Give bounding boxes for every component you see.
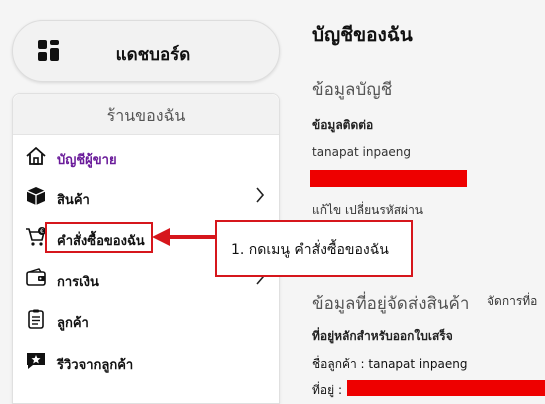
chevron-right-icon <box>256 187 265 203</box>
annotation-callout-text: 1. กดเมนู คำสั่งซื้อของฉัน <box>231 242 389 258</box>
sidebar-item-label: สินค้า <box>57 193 90 208</box>
account-section-heading: ข้อมูลบัญชี <box>312 80 393 100</box>
address-label: ที่อยู่ : <box>312 383 343 397</box>
dashboard-label: แดชบอร์ด <box>115 45 191 65</box>
sidebar-item-label: ลูกค้า <box>57 316 89 331</box>
billing-address-heading: ที่อยู่หลักสำหรับออกใบเสร็จ <box>312 329 453 343</box>
clipboard-icon <box>28 309 44 329</box>
contact-heading: ข้อมูลติดต่อ <box>312 118 374 132</box>
manage-address-link[interactable]: จัดการที่อ <box>487 292 537 311</box>
sidebar-item-seller-account[interactable]: บัญชีผู้ขาย <box>13 139 279 175</box>
svg-text:€: € <box>40 228 44 235</box>
redacted-address <box>347 380 545 396</box>
shop-sidebar-title: ร้านของฉัน <box>106 106 186 125</box>
sidebar-item-products[interactable]: สินค้า <box>13 179 279 215</box>
sidebar-item-label: การเงิน <box>57 275 99 290</box>
sidebar-item-label: บัญชีผู้ขาย <box>57 153 117 168</box>
annotation-callout: 1. กดเมนู คำสั่งซื้อของฉัน <box>215 220 413 277</box>
review-star-icon <box>27 353 45 369</box>
cart-icon: € <box>26 227 46 246</box>
home-icon <box>26 147 46 165</box>
shipping-section-heading: ข้อมูลที่อยู่จัดส่งสินค้า <box>312 294 470 314</box>
shop-sidebar-header: ร้านของฉัน <box>13 94 279 135</box>
edit-password-link[interactable]: แก้ไข เปลี่ยนรหัสผ่าน <box>312 201 423 220</box>
dashboard-button[interactable]: แดชบอร์ด <box>12 20 280 82</box>
contact-name: tanapat inpaeng <box>312 145 412 159</box>
sidebar-item-customer-reviews[interactable]: รีวิวจากลูกค้า <box>13 344 279 380</box>
box-icon <box>26 187 46 205</box>
wallet-icon <box>26 268 46 286</box>
page-title: บัญชีของฉัน <box>312 24 413 46</box>
annotation-highlight-box <box>45 222 153 253</box>
annotation-arrow <box>152 228 216 246</box>
sidebar-item-label: รีวิวจากลูกค้า <box>57 358 134 373</box>
sidebar-item-customers[interactable]: ลูกค้า <box>13 302 279 338</box>
redacted-contact-info <box>310 170 467 187</box>
customer-name-line: ชื่อลูกค้า : tanapat inpaeng <box>312 357 468 371</box>
